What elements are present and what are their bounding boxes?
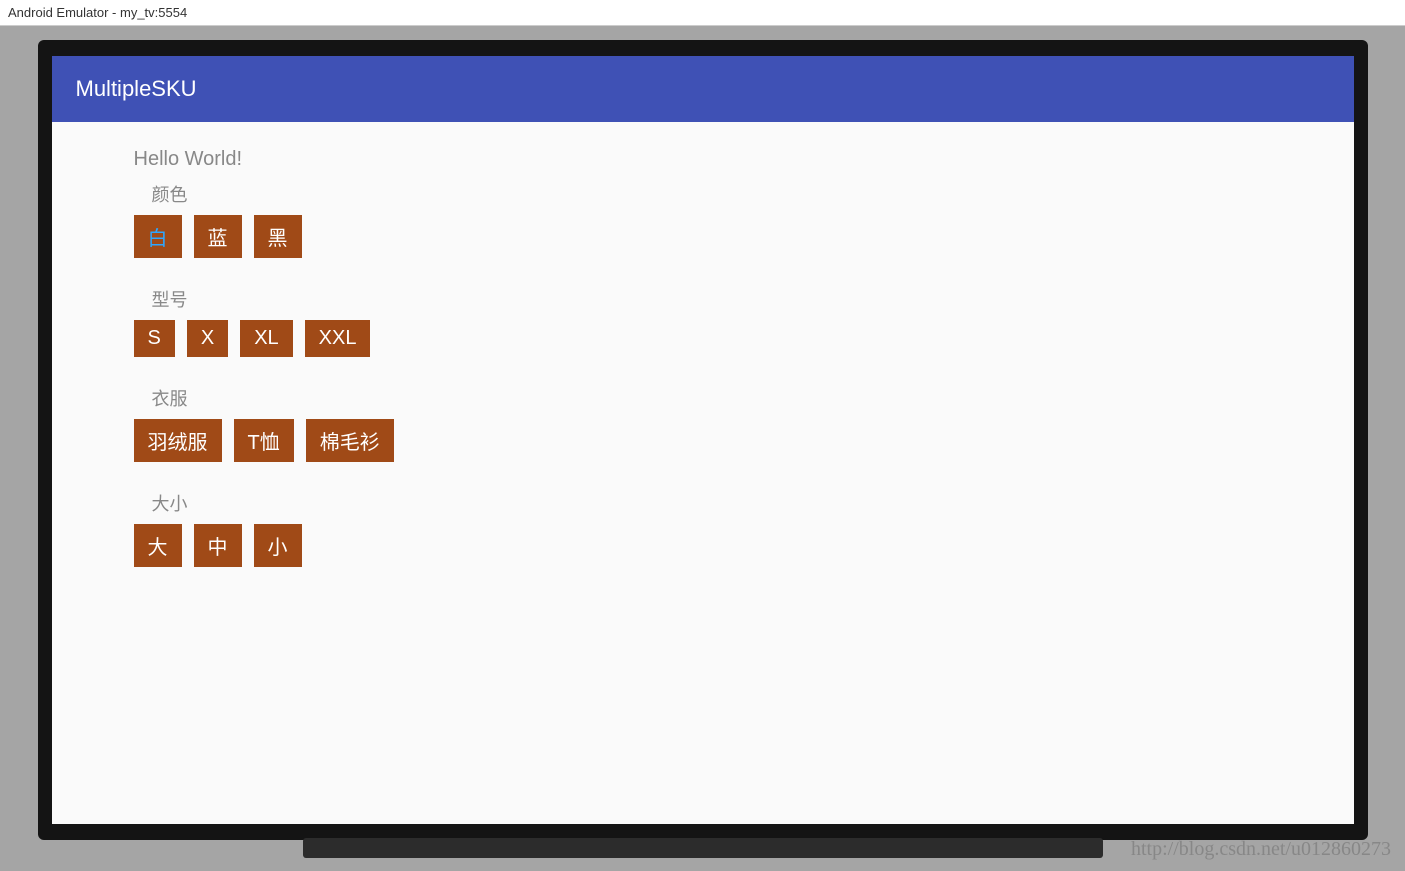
chip-row: 白蓝黑 — [134, 215, 1354, 258]
sku-chip[interactable]: 蓝 — [194, 215, 242, 258]
app-screen: MultipleSKU Hello World! 颜色白蓝黑型号SXXLXXL衣… — [52, 56, 1354, 824]
sku-chip[interactable]: T恤 — [234, 419, 294, 462]
sku-chip[interactable]: S — [134, 320, 175, 357]
watermark-text: http://blog.csdn.net/u012860273 — [1131, 838, 1391, 861]
tv-stand — [303, 838, 1103, 858]
tv-frame: MultipleSKU Hello World! 颜色白蓝黑型号SXXLXXL衣… — [38, 40, 1368, 840]
chip-row: 大中小 — [134, 524, 1354, 567]
sku-chip[interactable]: 中 — [194, 524, 242, 567]
chip-row: SXXLXXL — [134, 320, 1354, 357]
sku-chip[interactable]: 羽绒服 — [134, 419, 222, 462]
group-label: 颜色 — [152, 181, 1354, 207]
sku-chip[interactable]: XL — [240, 320, 292, 357]
sku-chip[interactable]: XXL — [305, 320, 371, 357]
sku-chip[interactable]: 小 — [254, 524, 302, 567]
app-title: MultipleSKU — [76, 76, 197, 102]
chip-row: 羽绒服 T恤棉毛衫 — [134, 419, 1354, 462]
emulator-area: MultipleSKU Hello World! 颜色白蓝黑型号SXXLXXL衣… — [0, 26, 1405, 871]
sku-chip[interactable]: 黑 — [254, 215, 302, 258]
group-label: 型号 — [152, 286, 1354, 312]
content-area: Hello World! 颜色白蓝黑型号SXXLXXL衣服羽绒服T恤棉毛衫大小大… — [52, 122, 1354, 824]
group-label: 衣服 — [152, 385, 1354, 411]
greeting-text: Hello World! — [134, 148, 1354, 171]
window-title: Android Emulator - my_tv:5554 — [8, 5, 187, 20]
group-label: 大小 — [152, 490, 1354, 516]
app-bar: MultipleSKU — [52, 56, 1354, 122]
sku-chip[interactable]: 白 — [134, 215, 182, 258]
window-titlebar: Android Emulator - my_tv:5554 — [0, 0, 1405, 26]
sku-chip[interactable]: 棉毛衫 — [306, 419, 394, 462]
sku-chip[interactable]: X — [187, 320, 228, 357]
sku-chip[interactable]: 大 — [134, 524, 182, 567]
